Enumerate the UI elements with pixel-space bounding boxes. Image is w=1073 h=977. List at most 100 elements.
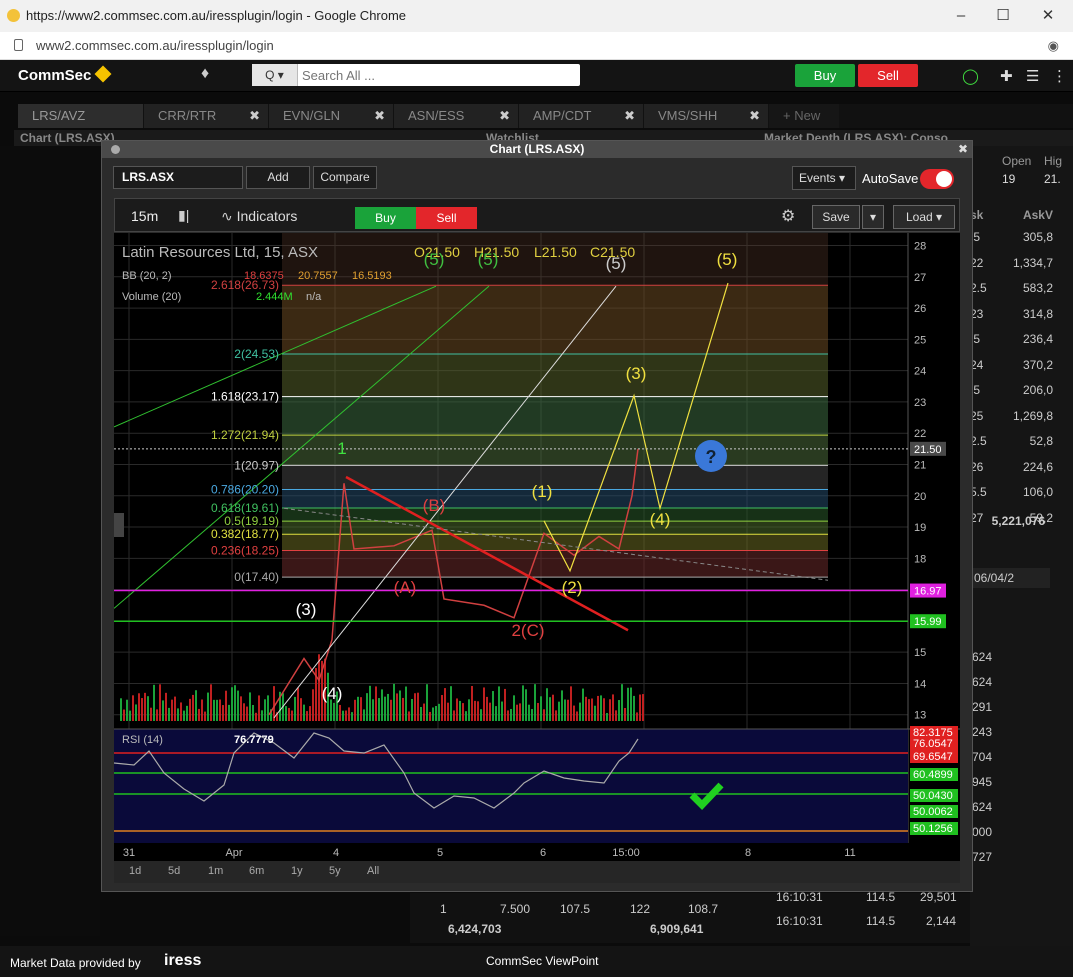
rsi-value: 76.7779	[234, 734, 274, 746]
chart-buy-button[interactable]: Buy	[355, 207, 416, 229]
eye-icon[interactable]: ◉	[1048, 38, 1059, 54]
wave-label: (5)	[478, 250, 499, 269]
tab-close-icon[interactable]: ✖	[249, 104, 260, 128]
tab-close-icon[interactable]: ✖	[624, 104, 635, 128]
volume-bar	[288, 707, 290, 721]
volume-bar	[609, 699, 611, 721]
save-dropdown-icon[interactable]: ▾	[862, 205, 884, 229]
depth-volume: 314,8	[1022, 306, 1053, 321]
volume-bar	[153, 684, 155, 721]
depth-date-select[interactable]: 06/04/2	[970, 568, 1050, 588]
trade-price: 114.5	[866, 890, 896, 904]
more-icon[interactable]: ⋮	[1052, 67, 1067, 85]
range-6m[interactable]: 6m	[249, 865, 264, 877]
chart-window-close-icon[interactable]: ✖	[958, 141, 968, 158]
search-box[interactable]: Q ▾	[252, 64, 580, 86]
compare-button[interactable]: Compare	[313, 166, 377, 189]
y-tick-label: 26	[914, 303, 926, 315]
volume-bar	[234, 685, 236, 721]
commsec-logo[interactable]: CommSec	[18, 65, 112, 84]
lightbulb-icon[interactable]: ◯	[962, 67, 979, 85]
gear-icon[interactable]: ⚙	[781, 206, 795, 226]
logo-diamond-icon	[94, 65, 112, 83]
volume-bar	[561, 690, 563, 721]
header-sell-button[interactable]: Sell	[858, 64, 918, 87]
range-1y[interactable]: 1y	[291, 865, 303, 877]
chart-sell-button[interactable]: Sell	[416, 207, 477, 229]
bb-value-2: 20.7557	[298, 270, 338, 282]
minimize-icon[interactable]: –	[938, 3, 984, 29]
wave-label: (5)	[424, 250, 445, 269]
price-chart[interactable]: 2.618(26.73)2(24.53)1.618(23.17)1.272(21…	[114, 233, 960, 861]
maximize-icon[interactable]: ☐	[980, 3, 1026, 29]
add-icon[interactable]: ✚	[1000, 67, 1013, 85]
last-price-text: 21.50	[914, 444, 942, 456]
add-button[interactable]: Add	[246, 166, 310, 189]
range-all[interactable]: All	[367, 865, 379, 877]
volume-bar	[177, 708, 179, 721]
depth-volume: 583,2	[1022, 281, 1053, 295]
depth-total: 5,221,076	[991, 514, 1045, 528]
trade-total-1: 6,424,703	[448, 922, 502, 936]
events-dropdown[interactable]: Events ▾	[792, 166, 856, 190]
depth-col-askv: AskV	[1022, 208, 1053, 222]
volume-bar	[240, 696, 242, 721]
candlestick-icon[interactable]: ▮|	[178, 207, 189, 224]
volume-bar	[603, 698, 605, 721]
new-tab-button[interactable]: + New	[769, 104, 839, 128]
save-button[interactable]: Save	[812, 205, 860, 229]
y-tick-label: 21	[914, 459, 926, 471]
load-dropdown[interactable]: Load ▾	[893, 205, 955, 229]
volume-bar	[618, 700, 620, 721]
range-5d[interactable]: 5d	[168, 865, 180, 877]
volume-bar	[507, 710, 509, 721]
volume-bar	[231, 687, 233, 721]
volume-bar	[267, 695, 269, 721]
header-buy-button[interactable]: Buy	[795, 64, 855, 87]
range-1m[interactable]: 1m	[208, 865, 223, 877]
indicators-button[interactable]: ∿ Indicators	[221, 208, 297, 225]
address-bar[interactable]: www2.commsec.com.au/iressplugin/login ◉	[0, 32, 1073, 60]
search-scope-button[interactable]: Q ▾	[252, 64, 298, 86]
depth-volume: 106,0	[1022, 485, 1053, 499]
tab-asn-ess[interactable]: ASN/ESS ✖	[394, 104, 518, 128]
tab-close-icon[interactable]: ✖	[499, 104, 510, 128]
y-tick-label: 22	[914, 428, 926, 440]
volume-bar	[129, 710, 131, 721]
volume-bar	[639, 694, 641, 721]
bell-icon[interactable]: ♦	[201, 65, 209, 83]
tab-close-icon[interactable]: ✖	[749, 104, 760, 128]
trade-cell: 122	[630, 902, 651, 916]
symbol-input[interactable]: LRS.ASX	[113, 166, 243, 189]
volume-bar	[135, 704, 137, 721]
menu-icon[interactable]: ☰	[1026, 67, 1039, 85]
ohlc-low: L21.50	[534, 244, 577, 260]
timeframe-selector[interactable]: 15m	[131, 208, 158, 224]
volume-bar	[369, 685, 371, 721]
tab-crr-rtr[interactable]: CRR/RTR ✖	[144, 104, 268, 128]
close-window-icon[interactable]: ✕	[1025, 3, 1071, 29]
volume-bar	[213, 699, 215, 721]
volume-bar	[489, 702, 491, 721]
autosave-toggle[interactable]	[920, 169, 954, 189]
tab-vms-shh[interactable]: VMS/SHH ✖	[644, 104, 768, 128]
volume-bar	[498, 686, 500, 721]
volume-bar	[642, 694, 644, 721]
tab-evn-gln[interactable]: EVN/GLN ✖	[269, 104, 393, 128]
tab-close-icon[interactable]: ✖	[374, 104, 385, 128]
volume-bar	[225, 690, 227, 721]
search-input[interactable]	[302, 66, 572, 84]
range-5y[interactable]: 5y	[329, 865, 341, 877]
volume-bar	[207, 692, 209, 721]
tab-lrs-avz[interactable]: LRS/AVZ	[18, 104, 143, 128]
url-text[interactable]: www2.commsec.com.au/iressplugin/login	[36, 38, 274, 53]
side-collapse-handle[interactable]	[114, 513, 124, 537]
range-1d[interactable]: 1d	[129, 865, 141, 877]
volume-bar	[123, 709, 125, 721]
volume-bar	[219, 699, 221, 721]
window-dot-icon	[111, 145, 120, 154]
chart-window-titlebar[interactable]: Chart (LRS.ASX) ✖	[102, 141, 972, 158]
volume-bar	[180, 702, 182, 721]
tab-amp-cdt[interactable]: AMP/CDT ✖	[519, 104, 643, 128]
volume-bar	[393, 683, 395, 721]
